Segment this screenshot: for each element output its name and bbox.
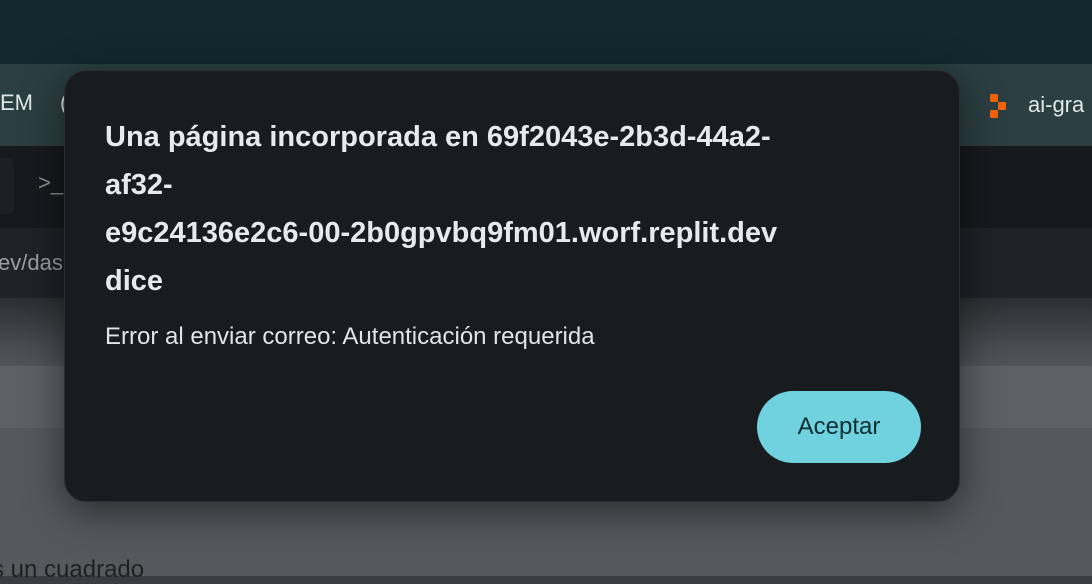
accept-button[interactable]: Aceptar [757, 391, 921, 463]
browser-title-bar [0, 0, 1092, 64]
alert-dialog: Una página incorporada en 69f2043e-2b3d-… [64, 70, 960, 502]
tab-ai-gra[interactable]: ai-gra [988, 88, 1084, 122]
dialog-title-line: dice [105, 265, 164, 297]
tab-left-label[interactable]: EM [0, 90, 33, 116]
replit-logo-icon [988, 92, 1014, 118]
dialog-title: Una página incorporada en 69f2043e-2b3d-… [105, 113, 925, 305]
page-text: s un cuadrado [0, 556, 145, 583]
dialog-title-line: Una página incorporada en 69f2043e-2b3d-… [105, 121, 771, 153]
dialog-title-line: e9c24136e2c6-00-2b0gpvbq9fm01.worf.repli… [105, 217, 778, 249]
terminal-prompt-icon[interactable]: >_ [38, 170, 63, 196]
toolbar-button[interactable] [0, 158, 14, 214]
dialog-message: Error al enviar correo: Autenticación re… [105, 323, 595, 350]
dialog-title-line: af32- [105, 169, 173, 201]
tab-ai-gra-label: ai-gra [1028, 92, 1085, 117]
address-bar-url[interactable]: ev/das [0, 250, 63, 276]
